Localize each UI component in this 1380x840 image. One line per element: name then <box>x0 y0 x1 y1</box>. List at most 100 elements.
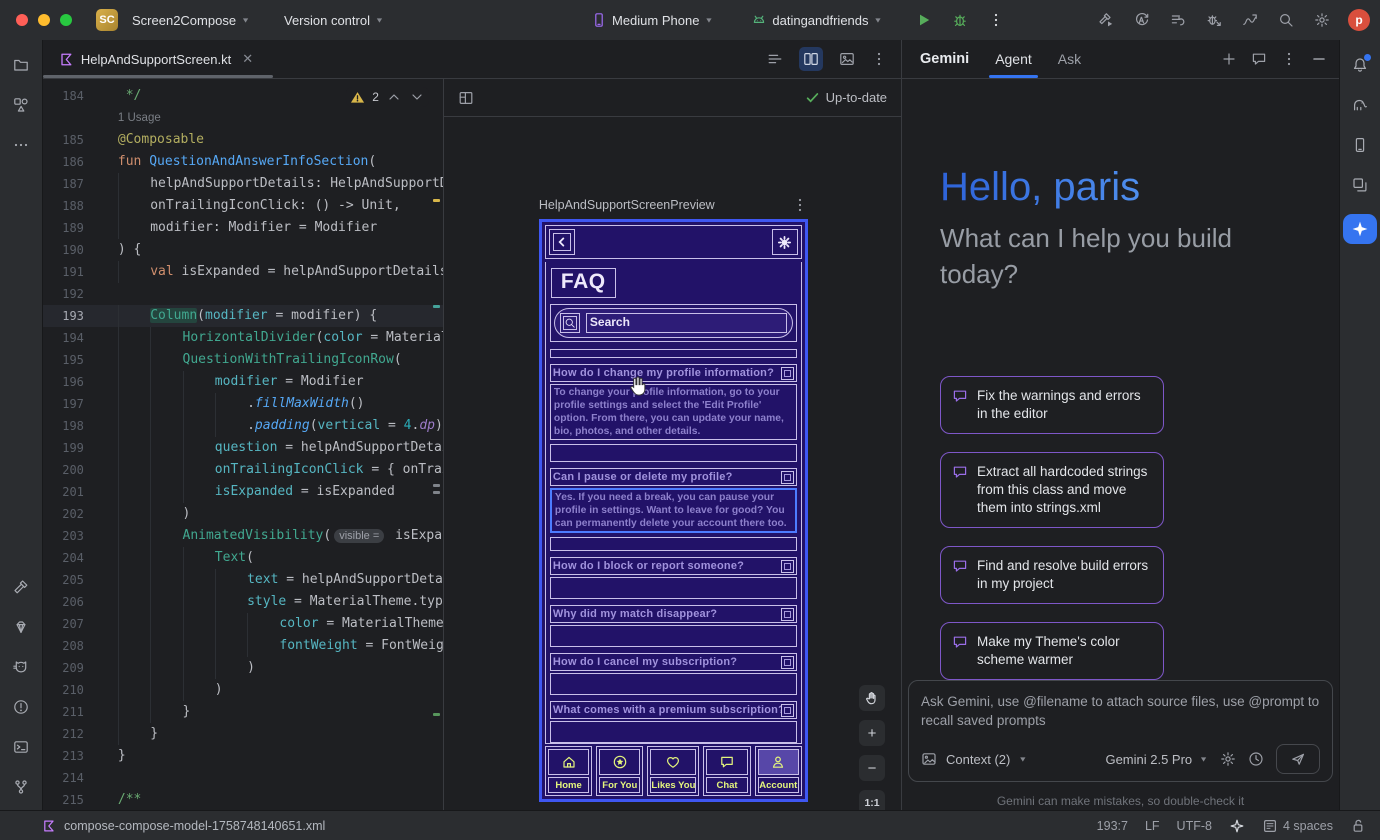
new-chat-icon[interactable] <box>1221 51 1237 67</box>
line-number-gutter[interactable]: 203 <box>43 525 118 547</box>
line-number-gutter[interactable]: 199 <box>43 437 118 459</box>
line-number-gutter[interactable]: 206 <box>43 591 118 613</box>
logcat-icon[interactable] <box>4 650 38 684</box>
code-line[interactable]: 214 <box>43 767 443 789</box>
zoom-out-button[interactable]: − <box>859 755 885 781</box>
code-line[interactable]: 208fontWeight = FontWeigh <box>43 635 443 657</box>
line-number-gutter[interactable]: 210 <box>43 679 118 701</box>
line-number-gutter[interactable]: 185 <box>43 129 118 151</box>
expand-toggle-icon[interactable] <box>781 608 794 621</box>
gemini-tool-button[interactable] <box>1343 214 1377 244</box>
ai-actions-icon[interactable] <box>1128 6 1156 34</box>
code-line[interactable]: 210) <box>43 679 443 701</box>
nav-item-chat[interactable]: Chat <box>703 746 750 796</box>
code-line[interactable]: 202) <box>43 503 443 525</box>
code-line[interactable]: 186fun QuestionAndAnswerInfoSection( <box>43 151 443 173</box>
split-view-icon[interactable] <box>799 47 823 71</box>
status-file[interactable]: compose-compose-model-1758748140651.xml <box>42 819 325 833</box>
indent-selector[interactable]: 4 spaces <box>1262 818 1333 834</box>
nav-item-account[interactable]: Account <box>755 746 802 796</box>
line-number-gutter[interactable]: 195 <box>43 349 118 371</box>
back-button[interactable] <box>549 229 575 255</box>
phone-preview-frame[interactable]: FAQ Search How do I change my profile in… <box>539 219 808 802</box>
debug-button[interactable] <box>946 6 974 34</box>
model-selector[interactable]: Gemini 2.5 Pro▼ <box>1105 752 1208 767</box>
ai-status-icon[interactable] <box>1229 818 1245 834</box>
code-line[interactable]: 205text = helpAndSupportDetai <box>43 569 443 591</box>
run-button[interactable] <box>910 6 938 34</box>
tab-agent[interactable]: Agent <box>995 40 1032 78</box>
more-tool-windows-icon[interactable] <box>4 128 38 162</box>
line-number-gutter[interactable]: 198 <box>43 415 118 437</box>
line-number-gutter[interactable]: 200 <box>43 459 118 481</box>
line-number-gutter[interactable]: 212 <box>43 723 118 745</box>
terminal-icon[interactable] <box>4 730 38 764</box>
code-line[interactable]: 196modifier = Modifier <box>43 371 443 393</box>
code-editor[interactable]: 2 184 */1 Usage185@Composable186fun Ques… <box>43 79 443 810</box>
nav-item-home[interactable]: Home <box>545 746 592 796</box>
line-number-gutter[interactable]: 196 <box>43 371 118 393</box>
line-number-gutter[interactable]: 197 <box>43 393 118 415</box>
line-number-gutter[interactable]: 214 <box>43 767 118 789</box>
lock-icon[interactable] <box>1350 818 1366 834</box>
zoom-in-button[interactable]: + <box>859 720 885 746</box>
device-selector[interactable]: Medium Phone▼ <box>585 8 719 32</box>
code-line[interactable]: 211} <box>43 701 443 723</box>
next-problem-icon[interactable] <box>409 89 425 105</box>
faq-question-row[interactable]: How do I change my profile information? <box>550 364 797 382</box>
occurrence-stripe-mark[interactable] <box>433 491 440 494</box>
problems-icon[interactable] <box>4 690 38 724</box>
app-quality-insights-icon[interactable] <box>4 610 38 644</box>
profiler-icon[interactable] <box>1236 6 1264 34</box>
search-input[interactable]: Search <box>554 308 793 338</box>
suggestion-chip[interactable]: Find and resolve build errors in my proj… <box>940 546 1164 604</box>
settings-button[interactable] <box>772 229 798 255</box>
code-line[interactable]: 199question = helpAndSupportDetai <box>43 437 443 459</box>
expand-toggle-icon[interactable] <box>781 471 794 484</box>
line-number-gutter[interactable]: 188 <box>43 195 118 217</box>
caret-position[interactable]: 193:7 <box>1097 819 1128 833</box>
code-line[interactable]: 215/** <box>43 789 443 810</box>
warning-stripe-mark[interactable] <box>433 199 440 202</box>
code-view-icon[interactable] <box>763 47 787 71</box>
suggestion-chip[interactable]: Fix the warnings and errors in the edito… <box>940 376 1164 434</box>
occurrence-stripe-mark[interactable] <box>433 484 440 487</box>
maximize-window-button[interactable] <box>60 14 72 26</box>
close-window-button[interactable] <box>16 14 28 26</box>
code-line[interactable]: 192 <box>43 283 443 305</box>
line-number-gutter[interactable]: 201 <box>43 481 118 503</box>
code-line[interactable]: 1 Usage <box>43 107 443 129</box>
faq-question-row[interactable]: How do I cancel my subscription? <box>550 653 797 671</box>
suggestion-chip[interactable]: Extract all hardcoded strings from this … <box>940 452 1164 528</box>
task-list-icon[interactable] <box>1164 6 1192 34</box>
editor-more-options-icon[interactable] <box>871 51 887 67</box>
line-ending-selector[interactable]: LF <box>1145 819 1160 833</box>
editor-scroll-stripe[interactable] <box>431 79 443 810</box>
code-line[interactable]: 191val isExpanded = helpAndSupportDetail… <box>43 261 443 283</box>
expand-toggle-icon[interactable] <box>781 560 794 573</box>
line-number-gutter[interactable]: 213 <box>43 745 118 767</box>
gradle-icon[interactable] <box>1343 88 1377 122</box>
line-number-gutter[interactable]: 194 <box>43 327 118 349</box>
inspections-widget[interactable]: 2 <box>346 87 429 107</box>
code-line[interactable]: 209) <box>43 657 443 679</box>
notifications-icon[interactable] <box>1343 48 1377 82</box>
tab-helpandsupportscreen[interactable]: HelpAndSupportScreen.kt ✕ <box>43 40 265 78</box>
line-number-gutter[interactable] <box>43 107 118 129</box>
line-number-gutter[interactable]: 209 <box>43 657 118 679</box>
suggestion-chip[interactable]: Make my Theme's color scheme warmer <box>940 622 1164 680</box>
line-number-gutter[interactable]: 191 <box>43 261 118 283</box>
line-number-gutter[interactable]: 207 <box>43 613 118 635</box>
expand-toggle-icon[interactable] <box>781 656 794 669</box>
code-line[interactable]: 206style = MaterialTheme.typo <box>43 591 443 613</box>
settings-icon[interactable] <box>1308 6 1336 34</box>
version-control-icon[interactable] <box>4 770 38 804</box>
nav-item-for-you[interactable]: For You <box>596 746 643 796</box>
hide-panel-icon[interactable] <box>1311 51 1327 67</box>
info-stripe-mark[interactable] <box>433 713 440 716</box>
code-line[interactable]: 189modifier: Modifier = Modifier <box>43 217 443 239</box>
conversations-icon[interactable] <box>1251 51 1267 67</box>
code-line[interactable]: 188onTrailingIconClick: () -> Unit, <box>43 195 443 217</box>
code-line[interactable]: 185@Composable <box>43 129 443 151</box>
code-line[interactable]: 212} <box>43 723 443 745</box>
